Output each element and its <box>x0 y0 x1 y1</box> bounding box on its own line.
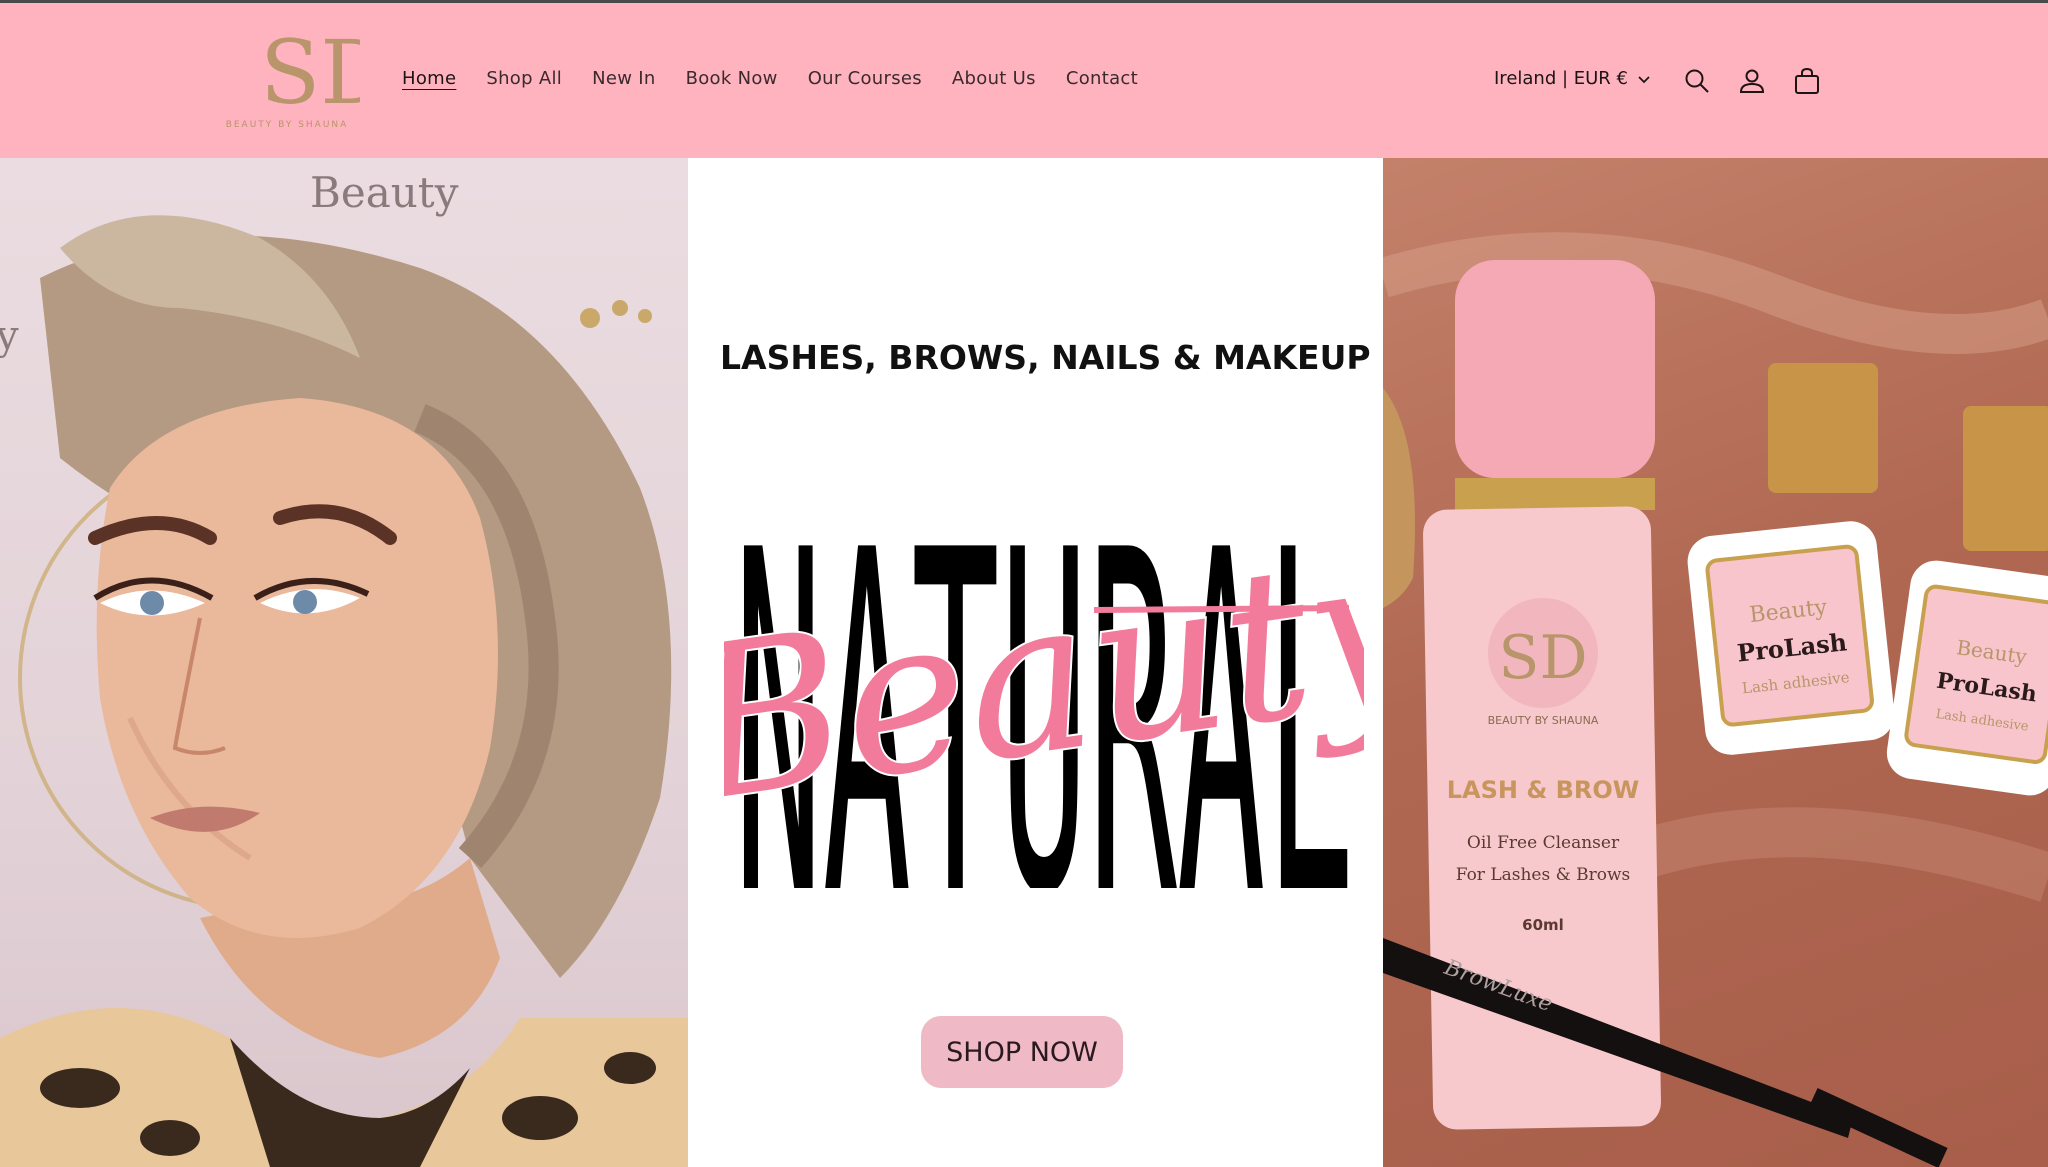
nav-item-contact[interactable]: Contact <box>1066 68 1138 98</box>
site-logo[interactable]: SD BEAUTY BY SHAUNA <box>214 17 360 135</box>
model-portrait-illustration <box>0 215 688 1167</box>
hero-model-photo: Beauty y <box>0 158 688 1167</box>
svg-text:SD: SD <box>260 21 360 117</box>
site-header: SD BEAUTY BY SHAUNA Home Shop All New In… <box>0 3 2048 159</box>
headline-art: NATURAL Beauty <box>688 452 1383 999</box>
product-illustration: SD BEAUTY BY SHAUNA LASH & BROW Oil Free… <box>1383 232 2048 1167</box>
nav-item-home[interactable]: Home <box>402 68 456 98</box>
bottle-line-1: Oil Free Cleanser <box>1467 833 1620 853</box>
hero-tagline: LASHES, BROWS, NAILS & MAKEUP <box>720 338 1371 377</box>
nav-item-new-in[interactable]: New In <box>592 68 656 98</box>
page: SD BEAUTY BY SHAUNA Home Shop All New In… <box>0 0 2048 1167</box>
shop-now-button[interactable]: SHOP NOW <box>921 1016 1123 1088</box>
bottle-logo: SD <box>1498 623 1587 693</box>
currency-label: Ireland | EUR € <box>1494 68 1628 89</box>
hero-product-photo: SD BEAUTY BY SHAUNA LASH & BROW Oil Free… <box>1383 158 2048 1167</box>
bottle-product-name: LASH & BROW <box>1447 776 1640 804</box>
monogram-icon: SD <box>260 21 360 117</box>
hero-headline-graphic: NATURAL Beauty <box>688 418 1383 999</box>
currency-selector[interactable]: Ireland | EUR € <box>1494 68 1650 89</box>
hero-promo-panel: LASHES, BROWS, NAILS & MAKEUP NATURAL Be… <box>688 158 1383 1167</box>
cart-icon[interactable] <box>1791 65 1823 97</box>
bottle-line-2: For Lashes & Brows <box>1456 865 1631 885</box>
nav-item-book-now[interactable]: Book Now <box>686 68 778 98</box>
nav-item-shop-all[interactable]: Shop All <box>486 68 562 98</box>
logo-text: BEAUTY BY SHAUNA <box>225 120 349 130</box>
bottle-brand: BEAUTY BY SHAUNA <box>1488 714 1599 727</box>
nav-item-about-us[interactable]: About Us <box>952 68 1036 98</box>
nav-item-our-courses[interactable]: Our Courses <box>808 68 922 98</box>
bottle-volume: 60ml <box>1522 916 1564 934</box>
chevron-down-icon <box>1638 68 1650 89</box>
main-nav: Home Shop All New In Book Now Our Course… <box>402 68 1168 98</box>
account-icon[interactable] <box>1736 65 1768 97</box>
search-icon[interactable] <box>1681 65 1713 97</box>
